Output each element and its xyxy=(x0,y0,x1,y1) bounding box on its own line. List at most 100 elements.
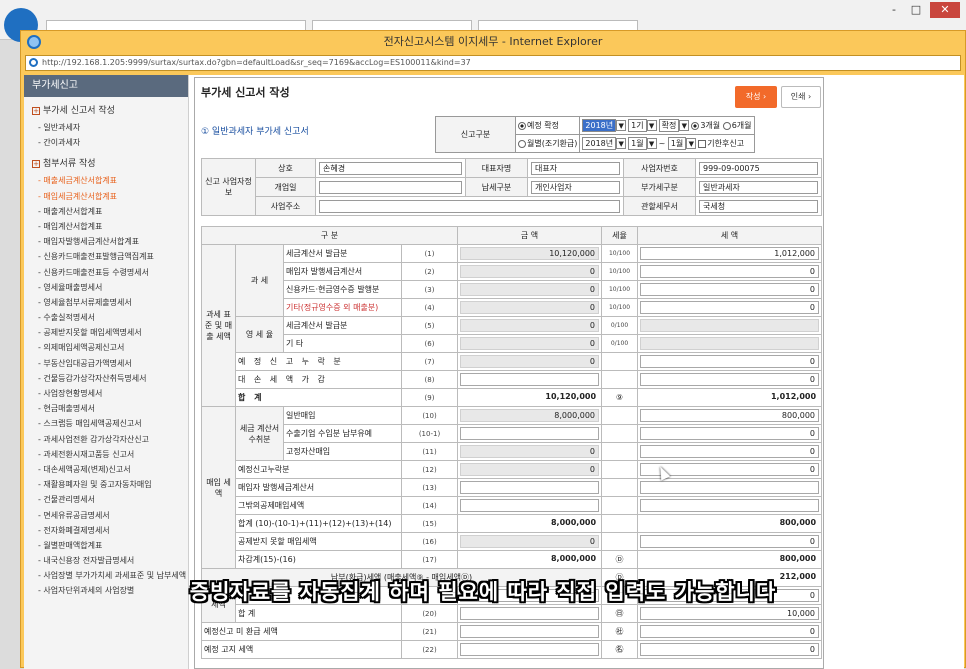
chevron-down-icon[interactable]: ▼ xyxy=(679,120,690,131)
write-button[interactable]: 작성 › xyxy=(735,86,777,108)
late-report-checkbox[interactable] xyxy=(698,139,707,148)
chevron-down-icon[interactable]: ▼ xyxy=(686,138,697,149)
sidebar-item[interactable]: - 일반과세자 xyxy=(24,120,188,135)
tax-field[interactable]: 0 xyxy=(640,283,820,296)
month-from-select[interactable]: 1월 xyxy=(628,137,647,150)
tax-field[interactable]: 0 xyxy=(640,265,820,278)
chevron-down-icon[interactable]: ▼ xyxy=(646,120,657,131)
tax-field[interactable]: 10,000 xyxy=(640,607,820,620)
sidebar-item[interactable]: - 대손세액공제(변제)신고서 xyxy=(24,462,188,477)
chevron-down-icon[interactable]: ▼ xyxy=(616,138,627,149)
sidebar-item[interactable]: - 매입세금계산서합계표 xyxy=(24,189,188,204)
amount-field[interactable]: 0 xyxy=(460,337,600,350)
business-number-field[interactable]: 999-09-00075 xyxy=(699,161,818,175)
sidebar-item[interactable]: - 의제매입세액공제신고서 xyxy=(24,340,188,355)
period-select[interactable]: 1기 xyxy=(628,119,647,132)
minimize-icon[interactable]: - xyxy=(884,2,904,18)
chevron-down-icon[interactable]: ▼ xyxy=(616,120,627,131)
tax-field[interactable] xyxy=(640,337,820,350)
amount-field[interactable]: 0 xyxy=(460,301,600,314)
chevron-down-icon[interactable]: ▼ xyxy=(646,138,657,149)
tax-field[interactable]: 0 xyxy=(640,301,820,314)
representative-field[interactable]: 대표자 xyxy=(531,161,620,175)
tax-office-field[interactable]: 국세청 xyxy=(699,199,818,213)
close-icon[interactable]: ✕ xyxy=(930,2,960,18)
sidebar-item[interactable]: - 과세전환시재고품등 신고서 xyxy=(24,447,188,462)
amount-field[interactable]: 0 xyxy=(460,445,600,458)
tax-field[interactable] xyxy=(640,481,820,494)
radio-6month[interactable] xyxy=(722,121,731,130)
tax-field[interactable]: 0 xyxy=(640,445,820,458)
sidebar-item[interactable]: - 현금매출명세서 xyxy=(24,401,188,416)
sidebar-item[interactable]: - 재활용폐자원 및 중고자동차매입 xyxy=(24,477,188,492)
amount-field[interactable] xyxy=(460,625,600,638)
tax-field[interactable]: 0 xyxy=(640,535,820,548)
amount-field[interactable]: 0 xyxy=(460,463,600,476)
tax-field[interactable]: 0 xyxy=(640,625,820,638)
amount-field[interactable] xyxy=(460,427,600,440)
sidebar-item[interactable]: - 수출실적명세서 xyxy=(24,310,188,325)
tax-field[interactable]: 800,000 xyxy=(640,409,820,422)
address-bar[interactable]: http://192.168.1.205:9999/surtax/surtax.… xyxy=(25,55,961,71)
sidebar-item[interactable]: - 건물관리명세서 xyxy=(24,492,188,507)
sidebar-item[interactable]: - 매출세금계산서합계표 xyxy=(24,173,188,188)
amount-field[interactable] xyxy=(460,607,600,620)
year-select[interactable]: 2018년 xyxy=(582,119,617,132)
tax-field[interactable] xyxy=(640,499,820,512)
sidebar-item[interactable]: - 내국신용장 전자발급명세서 xyxy=(24,553,188,568)
amount-field[interactable]: 0 xyxy=(460,265,600,278)
sidebar-item[interactable]: - 면세유류공급명세서 xyxy=(24,508,188,523)
sidebar-item[interactable]: - 스크랩등 매입세액공제신고서 xyxy=(24,416,188,431)
tax-field[interactable]: 0 xyxy=(640,643,820,656)
sidebar-item[interactable]: - 공제받지못할 매입세액명세서 xyxy=(24,325,188,340)
year-select-2[interactable]: 2018년 xyxy=(582,137,617,150)
tax-field[interactable]: 1,012,000 xyxy=(640,247,820,260)
radio-scheduled[interactable] xyxy=(518,121,526,130)
sidebar-item[interactable]: - 건물등감가상각자산취득명세서 xyxy=(24,371,188,386)
sidebar-item[interactable]: - 영세율매출명세서 xyxy=(24,280,188,295)
print-button[interactable]: 인쇄 › xyxy=(781,86,821,108)
tax-field[interactable]: 0 xyxy=(640,355,820,368)
sidebar-section-report[interactable]: + 부가세 신고서 작성 xyxy=(24,97,188,120)
amount-field[interactable] xyxy=(460,643,600,656)
open-date-field[interactable] xyxy=(319,180,462,194)
sidebar-section-attach[interactable]: + 첨부서류 작성 xyxy=(24,150,188,173)
sidebar-item[interactable]: - 매출계산서합계표 xyxy=(24,204,188,219)
sidebar-item[interactable]: - 영세율첨부서류제출명세서 xyxy=(24,295,188,310)
tax-field[interactable]: 0 xyxy=(640,373,820,386)
tax-field[interactable] xyxy=(640,319,820,332)
sidebar-item[interactable]: - 매입계산서합계표 xyxy=(24,219,188,234)
table-row: 기타(정규영수증 외 매출분) (4) 0 10/100 0 xyxy=(202,298,823,317)
kind-select[interactable]: 확정 xyxy=(658,119,680,132)
sidebar-item[interactable]: - 간이과세자 xyxy=(24,135,188,150)
amount-field[interactable]: 0 xyxy=(460,535,600,548)
radio-3month[interactable] xyxy=(691,121,700,130)
maximize-icon[interactable]: □ xyxy=(906,2,926,18)
tax-field: 800,000 xyxy=(779,518,817,527)
vat-type-field[interactable]: 일반과세자 xyxy=(699,180,818,194)
amount-field[interactable]: 0 xyxy=(460,355,600,368)
sidebar-item[interactable]: - 사업장현황명세서 xyxy=(24,386,188,401)
sidebar-item[interactable]: - 신용카드매출전표발행금액집계표 xyxy=(24,249,188,264)
amount-field[interactable]: 0 xyxy=(460,319,600,332)
business-address-field[interactable] xyxy=(319,199,620,213)
amount-field[interactable]: 8,000,000 xyxy=(460,409,600,422)
taxpayer-type-field[interactable]: 개인사업자 xyxy=(531,180,620,194)
trade-name-field[interactable]: 손혜경 xyxy=(319,161,462,175)
amount-field[interactable]: 0 xyxy=(460,283,600,296)
amount-field[interactable] xyxy=(460,481,600,494)
radio-monthly[interactable] xyxy=(518,139,526,148)
amount-field[interactable] xyxy=(460,499,600,512)
tax-field[interactable]: 0 xyxy=(640,427,820,440)
month-to-select[interactable]: 1월 xyxy=(667,137,687,150)
sidebar-item[interactable]: - 신용카드매출전표등 수령명세서 xyxy=(24,265,188,280)
amount-field[interactable] xyxy=(460,373,600,386)
amount-field[interactable]: 10,120,000 xyxy=(460,247,600,260)
table-row: 차감계(15)-(16) (17) 8,000,000 Ⓓ 800,000 xyxy=(202,550,823,569)
sidebar-item[interactable]: - 과세사업전환 감가상각자산신고 xyxy=(24,432,188,447)
sidebar-item[interactable]: - 월별판매액합계표 xyxy=(24,538,188,553)
sidebar-item[interactable]: - 부동산임대공급가액명세서 xyxy=(24,356,188,371)
page-icon xyxy=(29,58,38,67)
sidebar-item[interactable]: - 매입자발행세금계산서합계표 xyxy=(24,234,188,249)
sidebar-item[interactable]: - 전자화폐결제명세서 xyxy=(24,523,188,538)
